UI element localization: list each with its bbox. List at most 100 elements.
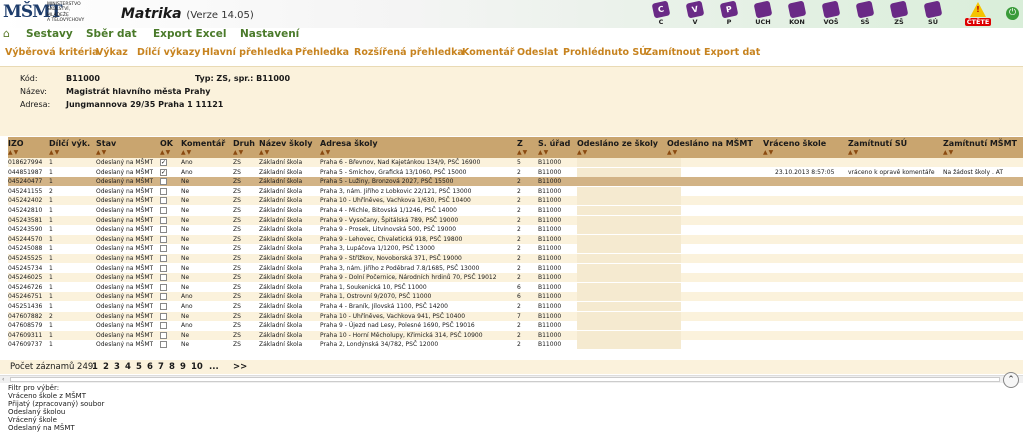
menu-sber-dat[interactable]: Sběr dat [86, 28, 137, 40]
action-vyberova-kriteria[interactable]: Výběrová kritéria [5, 47, 99, 58]
col-komentar-header[interactable]: Komentář [181, 139, 225, 148]
col-druh-header[interactable]: Druh [233, 139, 255, 148]
col-urad-header[interactable]: S. úřad [538, 139, 570, 148]
sort-arrows-icon[interactable]: ▲▼ [160, 149, 171, 156]
action-export-dat[interactable]: Export dat [704, 47, 760, 58]
table-row[interactable]: 045243581 1 Odeslaný na MŠMT Ne ZS Základní š… [8, 215, 1023, 225]
ok-checkbox[interactable] [160, 322, 167, 330]
table-row[interactable]: 045245734 1 Odeslaný na MŠMT Ne ZS Základní š… [8, 263, 1023, 273]
page-link[interactable]: 6 [147, 362, 153, 372]
ok-checkbox[interactable]: ✓ [160, 168, 167, 176]
ok-checkbox[interactable] [160, 226, 167, 234]
ok-checkbox[interactable] [160, 255, 167, 262]
action-prehledka[interactable]: Přehledka [295, 47, 349, 58]
table-row[interactable]: 045242402 1 Odeslaný na MŠMT Ne ZS Základní š… [8, 196, 1023, 206]
filter-item[interactable]: Vráceno škole z MŠMT [8, 392, 104, 400]
table-row[interactable]: 045241155 2 Odeslaný na MŠMT Ne ZS Základní š… [8, 186, 1023, 196]
sort-arrows-icon[interactable]: ▲▼ [320, 149, 331, 156]
table-row[interactable]: 045243590 1 Odeslaný na MŠMT Ne ZS Základní š… [8, 225, 1023, 235]
kon-icon[interactable]: KON [786, 0, 808, 26]
table-row[interactable]: 047608579 1 Odeslaný na MŠMT Ano ZS Základní … [8, 321, 1023, 331]
table-row[interactable]: 045245525 1 Odeslaný na MŠMT Ne ZS Základní š… [8, 254, 1023, 263]
col-dilci-header[interactable]: Dílčí výk. [49, 139, 90, 148]
action-zamitnout[interactable]: Zamítnout [645, 47, 701, 58]
table-row[interactable]: 047609737 1 Odeslaný na MŠMT Ne ZS Základní š… [8, 340, 1023, 350]
action-odeslat[interactable]: Odeslat [517, 47, 558, 58]
table-row[interactable]: 045244570 1 Odeslaný na MŠMT Ne ZS Základní š… [8, 234, 1023, 244]
vos-icon[interactable]: VOŠ [820, 0, 842, 26]
page-link[interactable]: >> [233, 362, 247, 372]
action-rozsirena-prehledka[interactable]: Rozšířená přehledka [354, 47, 464, 58]
home-icon[interactable]: ⌂ [3, 28, 14, 39]
table-row[interactable]: 045242810 1 Odeslaný na MŠMT Ne ZS Základní š… [8, 206, 1023, 215]
action-hlavni-prehledka[interactable]: Hlavní přehledka [202, 47, 293, 58]
page-link[interactable]: ... [209, 362, 219, 372]
ok-checkbox[interactable] [160, 331, 167, 339]
sort-arrows-icon[interactable]: ▲▼ [181, 149, 192, 156]
col-odeslano-skola-header[interactable]: Odesláno ze školy [577, 139, 658, 148]
sort-arrows-icon[interactable]: ▲▼ [49, 149, 60, 156]
ok-checkbox[interactable] [160, 178, 167, 186]
table-row[interactable]: 047607882 2 Odeslaný na MŠMT Ne ZS Základní š… [8, 311, 1023, 321]
scrollbar-thumb[interactable] [10, 377, 1000, 382]
ok-checkbox[interactable] [160, 341, 167, 349]
filter-item[interactable]: Vrácený škole [8, 416, 104, 424]
page-link[interactable]: 7 [158, 362, 164, 372]
col-odeslano-msmt-header[interactable]: Odesláno na MŠMT [667, 139, 753, 148]
sort-arrows-icon[interactable]: ▲▼ [233, 149, 244, 156]
action-vykaz[interactable]: Výkaz [96, 47, 128, 58]
v-icon[interactable]: VV [684, 0, 706, 26]
col-zamitnuti-msmt-header[interactable]: Zamítnutí MŠMT [943, 139, 1017, 148]
sort-arrows-icon[interactable]: ▲▼ [8, 149, 19, 156]
page-link[interactable]: 1 [92, 362, 98, 372]
page-link[interactable]: 8 [169, 362, 175, 372]
menu-export-excel[interactable]: Export Excel [153, 28, 226, 40]
scroll-up-icon[interactable]: ⌃ [1003, 372, 1019, 388]
p-icon[interactable]: PP [718, 0, 740, 26]
sort-arrows-icon[interactable]: ▲▼ [517, 149, 528, 156]
horizontal-scrollbar[interactable]: ‹ [0, 375, 1023, 383]
sort-arrows-icon[interactable]: ▲▼ [96, 149, 107, 156]
table-row[interactable]: 045246025 1 Odeslaný na MŠMT Ne ZS Základní š… [8, 273, 1023, 283]
col-z-header[interactable]: Z [517, 139, 523, 148]
ok-checkbox[interactable] [160, 312, 167, 320]
ok-checkbox[interactable] [160, 274, 167, 282]
action-prohlednuto-su[interactable]: Prohlédnuto SÚ [563, 47, 647, 58]
filter-item[interactable]: Odeslaný školou [8, 408, 104, 416]
page-link[interactable]: 10 [191, 362, 203, 372]
filter-item[interactable]: Přijatý (zpracovaný) soubor [8, 400, 104, 408]
sort-arrows-icon[interactable]: ▲▼ [943, 149, 954, 156]
sort-arrows-icon[interactable]: ▲▼ [259, 149, 270, 156]
col-vraceno-header[interactable]: Vráceno škole [763, 139, 826, 148]
page-link[interactable]: 4 [125, 362, 131, 372]
filter-item[interactable]: Odeslaný na MŠMT [8, 424, 104, 432]
col-adresa-header[interactable]: Adresa školy [320, 139, 378, 148]
zs-icon[interactable]: ZŠ [888, 0, 910, 26]
page-link[interactable]: 3 [114, 362, 120, 372]
ss-icon[interactable]: SŠ [854, 0, 876, 26]
ok-checkbox[interactable] [160, 245, 167, 253]
ok-checkbox[interactable] [160, 264, 167, 272]
ok-checkbox[interactable] [160, 293, 167, 301]
ok-checkbox[interactable] [160, 235, 167, 243]
sort-arrows-icon[interactable]: ▲▼ [667, 149, 678, 156]
ok-checkbox[interactable] [160, 187, 167, 195]
table-row[interactable]: 045240477 1 Odeslaný na MŠMT Ne ZS Základní š… [8, 177, 1023, 187]
sort-arrows-icon[interactable]: ▲▼ [577, 149, 588, 156]
col-zamitnuti-su-header[interactable]: Zamítnutí SÚ [848, 139, 907, 148]
table-row[interactable]: 047609311 1 Odeslaný na MŠMT Ne ZS Základní š… [8, 330, 1023, 340]
table-row[interactable]: 018627994 1 Odeslaný na MŠMT ✓ Ano ZS Základní… [8, 158, 1023, 167]
warning-icon[interactable]: ! ČTĚTE [965, 2, 991, 26]
table-row[interactable]: 045245088 1 Odeslaný na MŠMT Ne ZS Základní š… [8, 244, 1023, 254]
c-icon[interactable]: CC [650, 0, 672, 26]
page-link[interactable]: 5 [136, 362, 142, 372]
ok-checkbox[interactable] [160, 207, 167, 214]
ok-checkbox[interactable]: ✓ [160, 159, 167, 166]
sort-arrows-icon[interactable]: ▲▼ [848, 149, 859, 156]
table-row[interactable]: 045246751 1 Odeslaný na MŠMT Ano ZS Základní … [8, 292, 1023, 302]
page-link[interactable]: 9 [180, 362, 186, 372]
power-icon[interactable]: ⏻ [1006, 7, 1019, 20]
table-row[interactable]: 045246726 1 Odeslaný na MŠMT Ne ZS Základní š… [8, 282, 1023, 292]
col-izo-header[interactable]: IZO [8, 139, 24, 148]
page-link[interactable]: 2 [103, 362, 109, 372]
